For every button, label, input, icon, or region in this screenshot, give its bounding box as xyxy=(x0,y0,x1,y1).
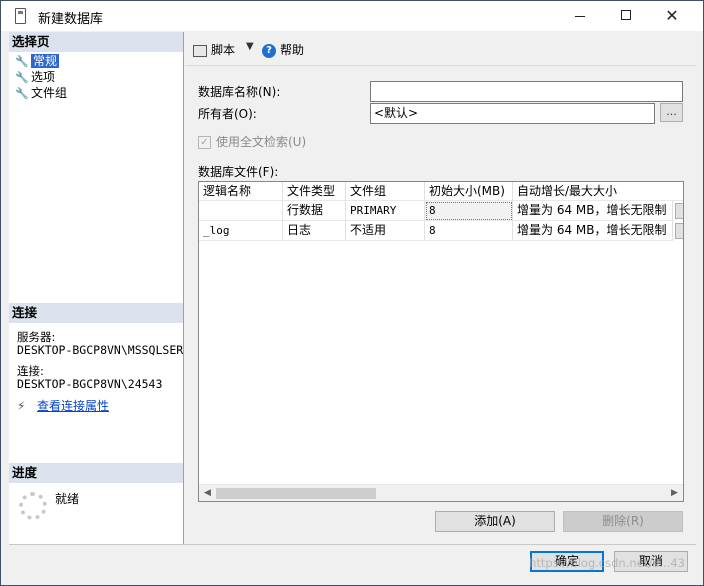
view-connection-properties-label: 查看连接属性 xyxy=(37,399,110,413)
watermark-text: https://blog.csdn.net/u...43 xyxy=(529,556,685,570)
close-icon: ✕ xyxy=(665,6,679,25)
connection-header: 连接 xyxy=(9,303,183,323)
page-item-options[interactable]: 🔧 选项 xyxy=(15,69,55,85)
right-pane: 脚本 ▼ ? 帮助 数据库名称(N): 所有者(O): <默认> ... ✓ 使用全… xyxy=(185,32,696,544)
left-pane: 选择页 🔧 常规 🔧 选项 🔧 文件组 连接 服务器: DESKTOP-BGCP8VN… xyxy=(9,32,184,544)
row-1-logical-name[interactable] xyxy=(199,201,283,221)
scroll-left-icon[interactable]: ◀ xyxy=(199,485,216,501)
progress-spinner-icon xyxy=(19,492,47,520)
db-name-input[interactable] xyxy=(370,81,683,102)
connection-properties-icon: ⚡ xyxy=(17,399,26,413)
horizontal-scrollbar[interactable]: ◀ ▶ xyxy=(199,484,683,501)
help-label: 帮助 xyxy=(280,43,305,57)
database-files-grid[interactable]: 逻辑名称 文件类型 文件组 初始大小(MB) 自动增长/最大大小 行数据 PRI… xyxy=(198,181,684,502)
toolbar: 脚本 ▼ ? 帮助 xyxy=(185,32,696,66)
new-database-dialog: 新建数据库 ✕ 选择页 🔧 常规 🔧 选项 🔧 文件组 连接 服务器: DESKTOP… xyxy=(0,0,704,586)
remove-file-button[interactable]: 删除(R) xyxy=(563,511,683,532)
connection-value: DESKTOP-BGCP8VN\24543 xyxy=(17,377,163,391)
connection-info: 连接: DESKTOP-BGCP8VN\24543 xyxy=(17,365,183,391)
page-item-general[interactable]: 🔧 常规 xyxy=(15,53,60,69)
add-file-button[interactable]: 添加(A) xyxy=(435,511,555,532)
row-1-autogrowth[interactable]: 增量为 64 MB，增长无限制 xyxy=(513,201,673,221)
scroll-right-icon[interactable]: ▶ xyxy=(666,485,683,501)
header-autogrowth[interactable]: 自动增长/最大大小 xyxy=(513,182,683,201)
progress-header: 进度 xyxy=(9,463,183,483)
db-files-label: 数据库文件(F): xyxy=(198,165,279,179)
title-bar: 新建数据库 ✕ xyxy=(1,1,703,31)
help-icon: ? xyxy=(262,43,276,58)
row-2-autogrowth[interactable]: 增量为 64 MB，增长无限制 xyxy=(513,221,673,241)
minimize-icon xyxy=(575,15,585,17)
row-2-logical-name[interactable]: _log xyxy=(199,221,283,241)
script-button[interactable]: 脚本 xyxy=(193,41,235,58)
row-1-file-type[interactable]: 行数据 xyxy=(283,201,346,221)
owner-label: 所有者(O): xyxy=(198,107,257,121)
owner-input[interactable]: <默认> xyxy=(370,103,655,124)
maximize-icon xyxy=(621,10,631,20)
owner-browse-button[interactable]: ... xyxy=(660,103,683,122)
row-1-autogrowth-browse-button[interactable] xyxy=(675,203,683,219)
header-filegroup[interactable]: 文件组 xyxy=(346,182,425,201)
maximize-button[interactable] xyxy=(603,1,649,31)
row-2-file-type[interactable]: 日志 xyxy=(283,221,346,241)
row-2-initial-size[interactable]: 8 xyxy=(425,221,513,241)
page-item-filegroups[interactable]: 🔧 文件组 xyxy=(15,85,67,101)
header-initial-size[interactable]: 初始大小(MB) xyxy=(425,182,513,201)
page-item-label: 文件组 xyxy=(31,86,68,100)
row-2-filegroup[interactable]: 不适用 xyxy=(346,221,425,241)
header-file-type[interactable]: 文件类型 xyxy=(283,182,346,201)
close-button[interactable]: ✕ xyxy=(649,1,695,31)
row-2-autogrowth-browse-button[interactable] xyxy=(675,223,683,239)
window-title: 新建数据库 xyxy=(38,12,104,27)
fulltext-checkbox[interactable]: ✓ xyxy=(198,136,211,149)
server-value: DESKTOP-BGCP8VN\MSSQLSERVER0 xyxy=(17,343,183,357)
row-1-initial-size[interactable]: 8 xyxy=(425,201,513,221)
fulltext-checkbox-row: ✓ 使用全文检索(U) xyxy=(198,133,306,150)
wrench-icon: 🔧 xyxy=(15,55,29,68)
row-1-filegroup[interactable]: PRIMARY xyxy=(346,201,425,221)
help-button[interactable]: ? 帮助 xyxy=(262,41,304,58)
script-label: 脚本 xyxy=(211,43,236,57)
database-window-icon xyxy=(15,8,26,24)
fulltext-label: 使用全文检索(U) xyxy=(216,135,307,149)
page-item-label: 常规 xyxy=(31,54,60,68)
scroll-thumb[interactable] xyxy=(216,488,376,499)
status-text: 就绪 xyxy=(55,492,80,506)
minimize-button[interactable] xyxy=(557,1,603,31)
select-page-header: 选择页 xyxy=(9,32,183,52)
wrench-icon: 🔧 xyxy=(15,71,29,84)
header-logical-name[interactable]: 逻辑名称 xyxy=(199,182,283,201)
server-info: 服务器: DESKTOP-BGCP8VN\MSSQLSERVER0 xyxy=(17,331,183,357)
script-icon xyxy=(193,44,207,57)
wrench-icon: 🔧 xyxy=(15,87,29,100)
grid-header-row: 逻辑名称 文件类型 文件组 初始大小(MB) 自动增长/最大大小 xyxy=(199,182,683,201)
page-item-label: 选项 xyxy=(31,70,56,84)
db-name-label: 数据库名称(N): xyxy=(198,85,281,99)
script-dropdown-icon[interactable]: ▼ xyxy=(246,41,254,52)
view-connection-properties-link[interactable]: ⚡ 查看连接属性 xyxy=(17,397,109,414)
